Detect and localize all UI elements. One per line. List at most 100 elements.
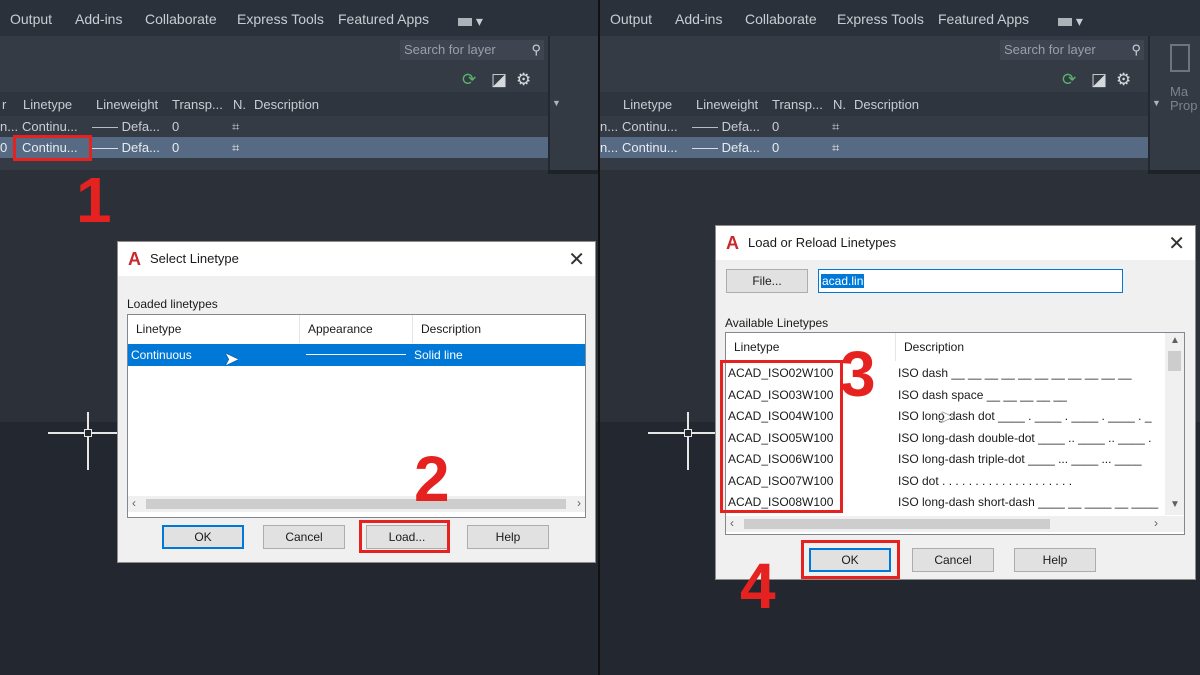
layer-row[interactable]: n... Continu... —— Defa... 0 ⌗ [600, 116, 1148, 137]
workspace-dropdown-icon[interactable]: ▾ [1058, 13, 1083, 30]
linetype-description: ISO dash __ __ __ __ __ __ __ __ __ __ _… [898, 366, 1132, 380]
tab-collaborate[interactable]: Collaborate [145, 11, 217, 27]
linetype-description: ISO long-dash short-dash ____ __ ____ __… [898, 495, 1159, 509]
layer-table-header: Linetype Lineweight Transp... N. Descrip… [600, 92, 1148, 116]
help-button[interactable]: Help [1014, 548, 1096, 572]
column-description[interactable]: Description [854, 97, 919, 112]
layer-row-selected[interactable]: n... Continu... —— Defa... 0 ⌗ [600, 137, 1148, 158]
crosshair-pickbox [84, 429, 92, 437]
column-new-vp-freeze[interactable]: N. [833, 97, 846, 112]
properties-side-panel: Ma Prop ▼ [1150, 36, 1200, 170]
close-icon[interactable]: ✕ [568, 247, 585, 272]
layer-transparency[interactable]: 0 [172, 119, 179, 134]
layer-linetype[interactable]: Continu... [622, 140, 678, 155]
vp-freeze-icon[interactable]: ⌗ [832, 140, 839, 156]
tab-output[interactable]: Output [10, 11, 52, 27]
scroll-thumb[interactable] [146, 499, 566, 509]
layer-linetype[interactable]: Continu... [22, 119, 78, 134]
file-name-field[interactable]: acad.lin [818, 269, 1123, 293]
column-lineweight[interactable]: Lineweight [96, 97, 158, 112]
layer-transparency[interactable]: 0 [772, 119, 779, 134]
scroll-left-icon[interactable]: ‹ [730, 516, 734, 530]
close-icon[interactable]: ✕ [1168, 231, 1185, 256]
dropdown-arrow-icon[interactable]: ▼ [1152, 98, 1161, 108]
workspace-dropdown-icon[interactable]: ▾ [458, 13, 483, 30]
file-button[interactable]: File... [726, 269, 808, 293]
vp-freeze-icon[interactable]: ⌗ [832, 119, 839, 135]
layer-lineweight[interactable]: —— Defa... [692, 119, 760, 134]
column-linetype[interactable]: Linetype [23, 97, 72, 112]
layer-lineweight[interactable]: —— Defa... [692, 140, 760, 155]
step-label-3: 3 [840, 338, 876, 410]
match-properties-icon[interactable] [1170, 44, 1190, 72]
column-transparency[interactable]: Transp... [772, 97, 823, 112]
scroll-up-icon[interactable]: ▲ [1170, 335, 1180, 346]
column-description[interactable]: Description [254, 97, 319, 112]
layer-search-input[interactable]: Search for layer ⚲ [400, 40, 544, 60]
autocad-logo-icon: A [128, 249, 141, 269]
scroll-right-icon[interactable]: › [1154, 516, 1158, 530]
linetype-row-selected[interactable]: Continuous Solid line [128, 344, 585, 366]
scroll-down-icon[interactable]: ▼ [1170, 499, 1180, 510]
layer-settings-icon[interactable]: ◪ [1091, 70, 1107, 90]
dialog-titlebar: A Load or Reload Linetypes ✕ [716, 226, 1195, 260]
vp-freeze-icon[interactable]: ⌗ [232, 140, 239, 156]
vp-freeze-icon[interactable]: ⌗ [232, 119, 239, 135]
dropdown-arrow-icon[interactable]: ▼ [552, 98, 561, 108]
match-properties-label: Ma [1170, 84, 1189, 99]
column-linetype[interactable]: Linetype [128, 315, 300, 343]
layer-lineweight[interactable]: —— Defa... [92, 119, 160, 134]
horizontal-scrollbar[interactable]: ‹ › [726, 516, 1184, 532]
column-description[interactable]: Description [413, 315, 585, 343]
layer-lineweight[interactable]: —— Defa... [92, 140, 160, 155]
scroll-right-icon[interactable]: › [577, 496, 581, 510]
column-linetype-label: Linetype [734, 340, 780, 354]
highlight-linetype-list [720, 360, 843, 513]
column-new-vp-freeze[interactable]: N. [233, 97, 246, 112]
layer-search-placeholder: Search for layer [404, 42, 496, 57]
tab-output[interactable]: Output [610, 11, 652, 27]
layer-search-input[interactable]: Search for layer ⚲ [1000, 40, 1144, 60]
layer-settings-icon[interactable]: ◪ [491, 70, 507, 90]
column-lineweight[interactable]: Lineweight [696, 97, 758, 112]
help-button[interactable]: Help [467, 525, 549, 549]
layer-row[interactable]: n... Continu... —— Defa... 0 ⌗ [0, 116, 548, 137]
dialog-titlebar: A Select Linetype ✕ [118, 242, 595, 276]
column-description[interactable]: Description [896, 333, 1164, 361]
horizontal-scrollbar[interactable]: ‹ › [128, 496, 585, 512]
column-linetype-label: Linetype [136, 322, 182, 336]
step-label-4: 4 [740, 550, 776, 622]
column-linetype[interactable]: Linetype [623, 97, 672, 112]
ok-button[interactable]: OK [162, 525, 244, 549]
layer-name: n... [600, 140, 619, 155]
layer-transparency[interactable]: 0 [172, 140, 179, 155]
cancel-button[interactable]: Cancel [912, 548, 994, 572]
tab-add-ins[interactable]: Add-ins [75, 11, 122, 27]
tab-express-tools[interactable]: Express Tools [837, 11, 924, 27]
tab-featured-apps[interactable]: Featured Apps [338, 11, 429, 27]
step-label-2: 2 [414, 443, 450, 515]
column-transparency[interactable]: Transp... [172, 97, 223, 112]
mouse-cursor-icon: ➤ [224, 349, 240, 369]
refresh-icon[interactable]: ⟳ [1062, 70, 1076, 90]
vertical-scrollbar[interactable]: ▲ ▼ [1165, 333, 1184, 515]
cancel-button[interactable]: Cancel [263, 525, 345, 549]
scroll-left-icon[interactable]: ‹ [132, 496, 136, 510]
layer-transparency[interactable]: 0 [772, 140, 779, 155]
tab-add-ins[interactable]: Add-ins [675, 11, 722, 27]
refresh-icon[interactable]: ⟳ [462, 70, 476, 90]
tab-collaborate[interactable]: Collaborate [745, 11, 817, 27]
layer-search-placeholder: Search for layer [1004, 42, 1096, 57]
available-linetypes-label: Available Linetypes [725, 316, 829, 330]
scroll-thumb[interactable] [1168, 351, 1181, 371]
tab-express-tools[interactable]: Express Tools [237, 11, 324, 27]
column-appearance[interactable]: Appearance [300, 315, 413, 343]
gear-icon[interactable]: ⚙ [1116, 70, 1131, 90]
dialog-title: Select Linetype [150, 251, 239, 266]
layer-linetype[interactable]: Continu... [622, 119, 678, 134]
gear-icon[interactable]: ⚙ [516, 70, 531, 90]
tab-featured-apps[interactable]: Featured Apps [938, 11, 1029, 27]
panel-divider [1148, 170, 1200, 174]
scroll-thumb[interactable] [744, 519, 1050, 529]
loaded-linetypes-list[interactable]: Linetype Appearance Description Continuo… [127, 314, 586, 518]
